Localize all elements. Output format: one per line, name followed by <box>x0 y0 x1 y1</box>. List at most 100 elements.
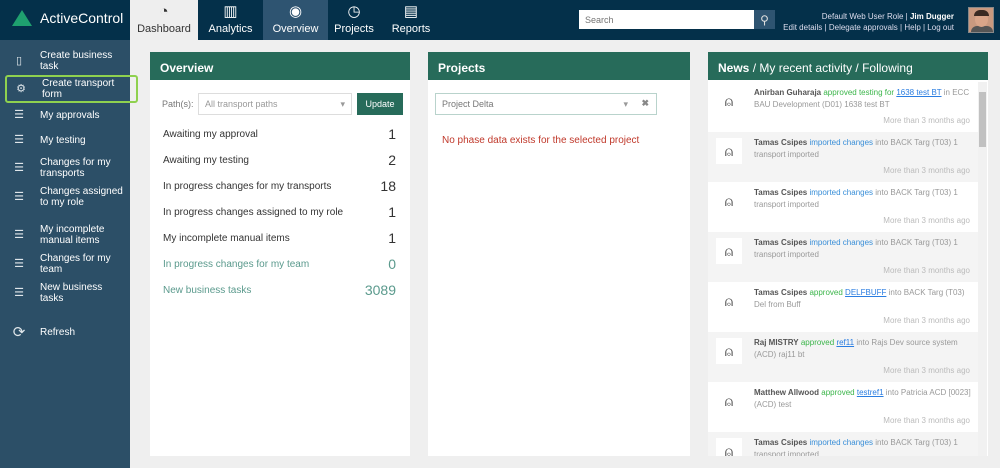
gauge-icon: ◔ <box>159 3 169 20</box>
logout-link[interactable]: Log out <box>927 23 954 32</box>
news-text: Tamas Csipes imported changes into BACK … <box>754 437 974 456</box>
sidebar-item-my-approvals[interactable]: ☰ My approvals <box>8 109 128 122</box>
checklist-icon: ☰ <box>14 109 24 121</box>
user-avatar-icon: ⍝ <box>716 388 742 414</box>
news-action: imported changes <box>809 438 874 447</box>
user-avatar-icon: ⍝ <box>716 88 742 114</box>
news-link[interactable]: DELFBUFF <box>845 288 886 297</box>
document-gear-icon: ⚙ <box>16 82 26 95</box>
sidebar-item-create-transport-form[interactable]: ⚙ Create transport form <box>5 75 138 103</box>
stat-row[interactable]: New business tasks 3089 <box>163 282 396 298</box>
news-action: imported changes <box>809 138 874 147</box>
sidebar-item-incomplete-manual-items[interactable]: ☰ My incomplete manual items <box>8 224 128 246</box>
news-item: ⍝ Tamas Csipes imported changes into BAC… <box>708 182 978 232</box>
tab-my-recent-activity[interactable]: My recent activity <box>759 61 852 75</box>
stat-row[interactable]: My incomplete manual items 1 <box>163 230 396 246</box>
sidebar-item-changes-for-my-transports[interactable]: ☰ Changes for my transports <box>8 157 128 179</box>
overview-panel: Overview Path(s): All transport paths ▾ U… <box>150 52 410 456</box>
news-link[interactable]: ref11 <box>836 338 854 347</box>
checklist-icon: ☰ <box>14 257 24 270</box>
news-action: approved <box>809 288 843 297</box>
report-icon: ▤ <box>403 3 419 20</box>
transport-path-select[interactable]: All transport paths ▾ <box>198 93 352 115</box>
news-item: ⍝ Tamas Csipes imported changes into BAC… <box>708 132 978 182</box>
news-text: Tamas Csipes imported changes into BACK … <box>754 237 974 261</box>
news-item: ⍝ Tamas Csipes approved DELFBUFF into BA… <box>708 282 978 332</box>
logo-icon <box>12 10 32 26</box>
clear-icon[interactable]: ✖ <box>641 98 649 109</box>
news-item: ⍝ Tamas Csipes imported changes into BAC… <box>708 232 978 282</box>
news-action: approved testing for <box>823 88 895 97</box>
chevron-down-icon: ▾ <box>623 99 628 109</box>
news-time: More than 3 months ago <box>883 416 970 425</box>
refresh-icon: ⟳ <box>12 324 26 341</box>
tab-overview[interactable]: ◉ Overview <box>263 0 328 40</box>
user-avatar[interactable] <box>968 7 994 33</box>
stat-row[interactable]: Awaiting my approval 1 <box>163 126 396 142</box>
help-link[interactable]: Help <box>904 23 920 32</box>
user-avatar-icon: ⍝ <box>716 138 742 164</box>
app-logo[interactable]: ActiveControl <box>12 10 123 26</box>
news-text: Matthew Allwood approved testref1 into P… <box>754 387 974 411</box>
tab-news[interactable]: News <box>718 61 749 75</box>
news-header: News / My recent activity / Following <box>708 52 988 80</box>
checklist-icon: ☰ <box>14 228 24 241</box>
news-item: ⍝ Matthew Allwood approved testref1 into… <box>708 382 978 432</box>
stat-row[interactable]: In progress changes assigned to my role 1 <box>163 204 396 220</box>
user-avatar-icon: ⍝ <box>716 238 742 264</box>
news-time: More than 3 months ago <box>883 116 970 125</box>
checklist-icon: ☰ <box>14 286 24 299</box>
sidebar-item-new-business-tasks[interactable]: ☰ New business tasks <box>8 282 128 304</box>
news-list: ⍝ Anirban Guharaja approved testing for … <box>708 82 978 456</box>
sidebar-item-changes-for-my-team[interactable]: ☰ Changes for my team <box>8 253 128 275</box>
news-link[interactable]: testref1 <box>857 388 884 397</box>
document-icon: ▯ <box>15 54 23 67</box>
user-avatar-icon: ⍝ <box>716 188 742 214</box>
tab-reports[interactable]: ▤ Reports <box>380 0 442 40</box>
scrollbar-thumb[interactable] <box>979 92 986 147</box>
news-item: ⍝ Anirban Guharaja approved testing for … <box>708 82 978 132</box>
overview-title: Overview <box>150 52 410 80</box>
news-action: approved <box>821 388 855 397</box>
sidebar: ▯ Create business task ⚙ Create transport … <box>0 40 138 468</box>
news-time: More than 3 months ago <box>883 366 970 375</box>
news-scrollbar[interactable] <box>978 82 987 456</box>
tab-projects[interactable]: ◷ Projects <box>328 0 380 40</box>
tab-analytics[interactable]: ▥ Analytics <box>198 0 263 40</box>
delegate-approvals-link[interactable]: Delegate approvals <box>829 23 898 32</box>
user-info: Default Web User Role | Jim Dugger Edit … <box>783 12 954 32</box>
news-time: More than 3 months ago <box>883 216 970 225</box>
news-user: Tamas Csipes <box>754 138 808 147</box>
search-input[interactable] <box>579 10 754 29</box>
stat-row[interactable]: In progress changes for my transports 18 <box>163 178 396 194</box>
sidebar-item-changes-assigned-to-role[interactable]: ☰ Changes assigned to my role <box>8 186 128 208</box>
news-user: Tamas Csipes <box>754 238 808 247</box>
checklist-icon: ☰ <box>14 134 24 146</box>
news-panel: News / My recent activity / Following ⍝ … <box>708 52 988 456</box>
news-text: Anirban Guharaja approved testing for 16… <box>754 87 974 111</box>
news-user: Tamas Csipes <box>754 438 808 447</box>
tab-following[interactable]: Following <box>862 61 913 75</box>
user-avatar-icon: ⍝ <box>716 438 742 456</box>
news-link[interactable]: 1638 test BT <box>896 88 941 97</box>
news-text: Tamas Csipes approved DELFBUFF into BACK… <box>754 287 974 311</box>
search-button[interactable]: ⚲ <box>754 10 775 29</box>
sidebar-item-create-business-task[interactable]: ▯ Create business task <box>8 50 128 72</box>
sidebar-item-my-testing[interactable]: ☰ My testing <box>8 134 128 147</box>
search-icon: ⚲ <box>760 12 769 27</box>
news-user: Tamas Csipes <box>754 188 808 197</box>
update-button[interactable]: Update <box>357 93 403 115</box>
edit-details-link[interactable]: Edit details <box>783 23 822 32</box>
tab-dashboard[interactable]: ◔ Dashboard <box>130 0 198 40</box>
stat-row[interactable]: In progress changes for my team 0 <box>163 256 396 272</box>
chart-icon: ▥ <box>223 3 238 20</box>
stat-row[interactable]: Awaiting my testing 2 <box>163 152 396 168</box>
news-action: imported changes <box>809 238 874 247</box>
project-select[interactable]: Project Delta ▾ ✖ <box>435 93 657 115</box>
sidebar-item-refresh[interactable]: ⟳ Refresh <box>8 324 128 341</box>
news-time: More than 3 months ago <box>883 316 970 325</box>
news-text: Raj MISTRY approved ref11 into Rajs Dev … <box>754 337 974 361</box>
news-user: Raj MISTRY <box>754 338 799 347</box>
news-text: Tamas Csipes imported changes into BACK … <box>754 187 974 211</box>
project-clock-icon: ◷ <box>347 3 361 20</box>
